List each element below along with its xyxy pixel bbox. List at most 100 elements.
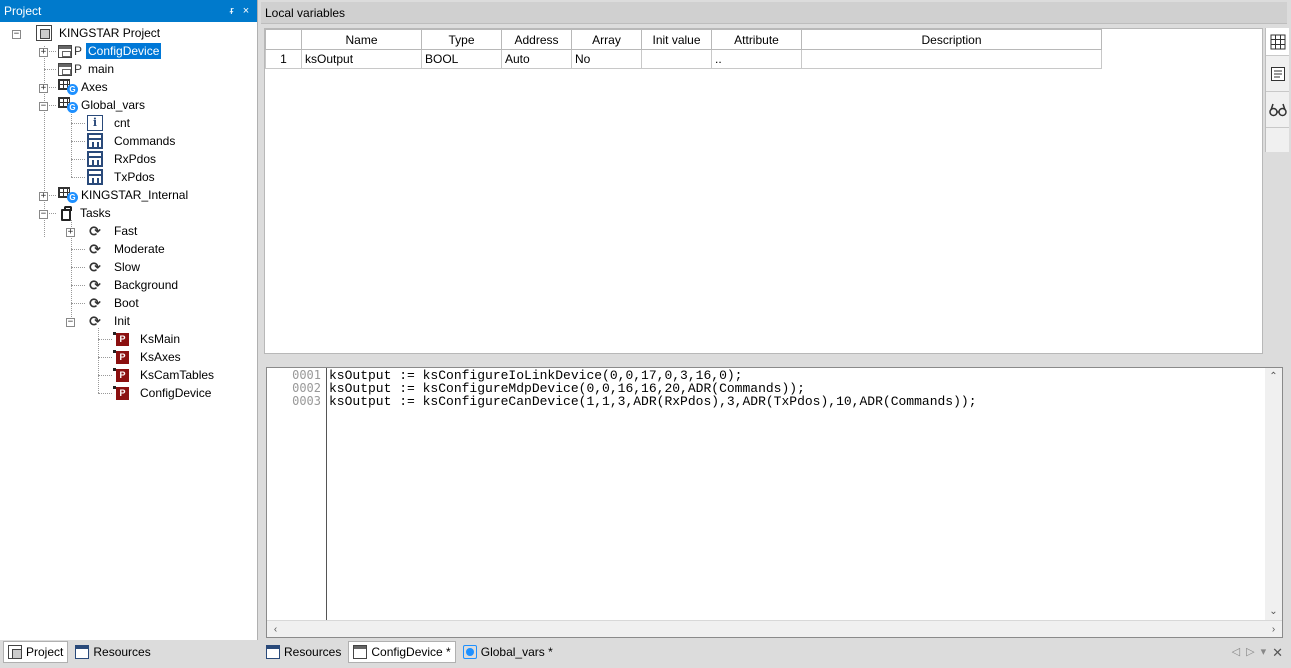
grid-view-button[interactable] (1266, 28, 1289, 56)
tree-item-ksmain[interactable]: P KsMain (113, 330, 182, 348)
cell-attribute[interactable]: .. (711, 49, 802, 69)
expand-configdevice[interactable]: + (39, 48, 48, 57)
table-row[interactable]: 1 ksOutput BOOL Auto No .. (265, 49, 1102, 69)
tree-item-label: ConfigDevice (140, 386, 212, 400)
cell-array[interactable]: No (571, 49, 642, 69)
column-header-array[interactable]: Array (571, 29, 642, 50)
cell-description[interactable] (801, 49, 1102, 69)
code-editor[interactable]: 0001 0002 0003 ksOutput := ksConfigureIo… (266, 367, 1283, 638)
column-header-address[interactable]: Address (501, 29, 572, 50)
tree-item-kscamtables[interactable]: P KsCamTables (113, 366, 216, 384)
project-icon (36, 25, 52, 41)
horizontal-scrollbar[interactable]: ‹ › (267, 620, 1282, 637)
tree-item-configdevice[interactable]: P ConfigDevice (58, 42, 162, 60)
tree-item-label: KsCamTables (140, 368, 215, 382)
tree-item-label: Fast (114, 224, 138, 238)
tree-item-txpdos[interactable]: TxPdos (87, 168, 157, 186)
tab-label: Global_vars * (480, 645, 553, 659)
tree-item-label: ConfigDevice (86, 43, 162, 59)
watch-view-button[interactable] (1266, 92, 1289, 128)
collapse-kingstar-project[interactable]: − (12, 30, 21, 39)
collapse-global-vars[interactable]: − (39, 102, 48, 111)
scroll-down-icon[interactable]: ⌄ (1265, 603, 1282, 620)
local-variables-grid: Name Type Address Array Init value Attri… (264, 28, 1263, 354)
cell-address[interactable]: Auto (501, 49, 572, 69)
project-panel-header: Project ᵲ × (0, 0, 257, 22)
tree-item-init[interactable]: ⟳ Init (87, 312, 132, 330)
tree-item-kingstar-project[interactable]: KINGSTAR Project (36, 24, 162, 42)
column-header-attribute[interactable]: Attribute (711, 29, 802, 50)
tab-next-icon[interactable]: ▷ (1246, 645, 1254, 661)
tree-item-cnt[interactable]: i cnt (87, 114, 132, 132)
tab-label: ConfigDevice * (371, 645, 451, 659)
pou-icon (353, 645, 368, 659)
close-icon[interactable]: × (239, 5, 253, 17)
pou-icon (58, 44, 72, 58)
line-number: 0003 (292, 394, 321, 408)
tree-item-label: cnt (114, 116, 131, 130)
project-panel-title: Project (4, 4, 42, 18)
tab-resources[interactable]: Resources (70, 641, 155, 663)
tab-project[interactable]: Project (3, 641, 69, 663)
cell-type[interactable]: BOOL (421, 49, 502, 69)
scroll-up-icon[interactable]: ⌃ (1265, 368, 1282, 385)
tab-list-icon[interactable]: ▾ (1261, 645, 1267, 661)
tree-item-label: Global_vars (81, 98, 146, 112)
column-header-type[interactable]: Type (421, 29, 502, 50)
collapse-tasks[interactable]: − (39, 210, 48, 219)
cycle-icon: ⟳ (89, 241, 101, 257)
tree-item-rxpdos[interactable]: RxPdos (87, 150, 158, 168)
tree-item-commands[interactable]: Commands (87, 132, 177, 150)
tasks-icon (61, 205, 72, 221)
tab-prev-icon[interactable]: ◁ (1232, 645, 1240, 661)
tree-item-slow[interactable]: ⟳ Slow (87, 258, 142, 276)
vertical-scrollbar[interactable]: ⌃ ⌄ (1265, 368, 1282, 620)
tree-item-configdevice-program[interactable]: P ConfigDevice (113, 384, 213, 402)
text-view-button[interactable] (1266, 56, 1289, 92)
tree-item-global-vars[interactable]: G Global_vars (58, 96, 147, 114)
doc-tab-configdevice[interactable]: ConfigDevice * (348, 641, 456, 663)
resources-icon (266, 645, 280, 659)
scroll-left-icon[interactable]: ‹ (267, 621, 284, 638)
tree-item-moderate[interactable]: ⟳ Moderate (87, 240, 167, 258)
tree-item-kingstar-internal[interactable]: G KINGSTAR_Internal (58, 186, 190, 204)
code-line[interactable]: ksOutput := ksConfigureCanDevice(1,1,3,A… (329, 395, 977, 408)
table-header-row: Name Type Address Array Init value Attri… (265, 29, 1102, 50)
tree-item-label: Background (114, 278, 179, 292)
doc-tab-global-vars[interactable]: Global_vars * (458, 641, 558, 663)
pin-icon[interactable]: ᵲ (225, 5, 239, 17)
close-tab-icon[interactable]: ✕ (1272, 645, 1283, 661)
tree-item-main[interactable]: P main (58, 60, 116, 78)
scroll-right-icon[interactable]: › (1265, 621, 1282, 638)
cell-name[interactable]: ksOutput (301, 49, 422, 69)
column-header-description[interactable]: Description (801, 29, 1102, 50)
column-header-init-value[interactable]: Init value (641, 29, 712, 50)
project-tree: − + + − + − + − KINGSTAR Project P Confi… (0, 22, 257, 640)
tree-item-label: TxPdos (114, 170, 155, 184)
tree-item-tasks[interactable]: Tasks (58, 204, 113, 222)
cycle-icon: ⟳ (89, 295, 101, 311)
expand-kingstar-internal[interactable]: + (39, 192, 48, 201)
tree-item-label: KsMain (140, 332, 181, 346)
tree-item-label: Tasks (80, 206, 111, 220)
tree-item-label: main (88, 62, 115, 76)
expand-axes[interactable]: + (39, 84, 48, 93)
tab-label: Resources (284, 645, 342, 659)
program-icon: P (113, 367, 129, 382)
tree-item-ksaxes[interactable]: P KsAxes (113, 348, 183, 366)
view-toolbar (1265, 28, 1289, 152)
p-letter: P (74, 62, 83, 76)
tree-item-axes[interactable]: G Axes (58, 78, 110, 96)
column-header-name[interactable]: Name (301, 29, 422, 50)
tree-item-fast[interactable]: ⟳ Fast (87, 222, 139, 240)
tree-item-background[interactable]: ⟳ Background (87, 276, 180, 294)
global-vars-icon (462, 645, 477, 659)
cycle-icon: ⟳ (89, 313, 101, 329)
collapse-init[interactable]: − (66, 318, 75, 327)
program-icon: P (113, 331, 129, 346)
expand-fast[interactable]: + (66, 228, 75, 237)
tree-item-boot[interactable]: ⟳ Boot (87, 294, 141, 312)
cell-init-value[interactable] (641, 49, 712, 69)
doc-tab-resources[interactable]: Resources (261, 641, 346, 663)
tree-item-label: Commands (114, 134, 176, 148)
